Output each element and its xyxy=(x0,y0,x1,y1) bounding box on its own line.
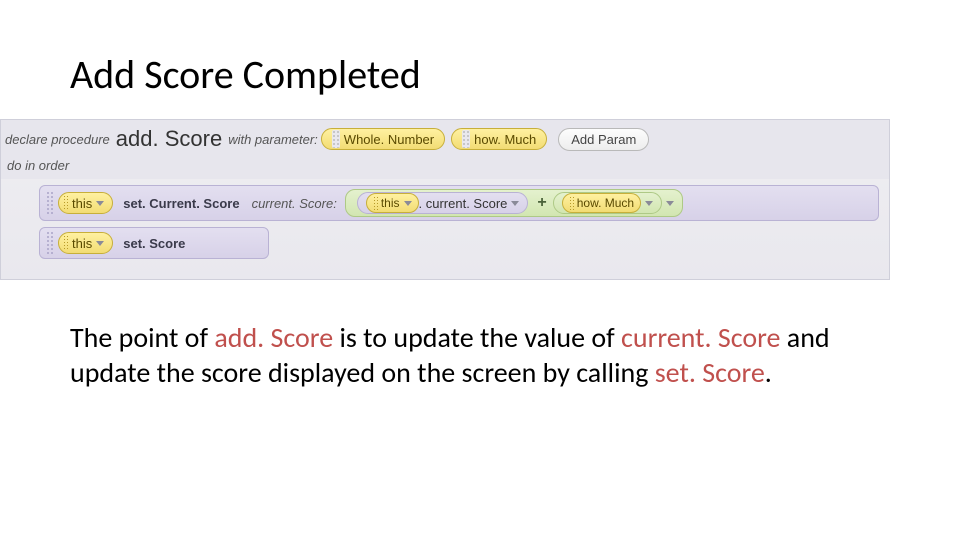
drag-handle-icon[interactable] xyxy=(46,191,54,215)
dropdown-icon xyxy=(404,201,412,206)
dropdown-icon xyxy=(645,201,653,206)
plus-operator: + xyxy=(537,194,546,212)
slide-title: Add Score Completed xyxy=(70,50,890,99)
property-access-chip[interactable]: this . current. Score xyxy=(357,192,529,214)
statement-2: this set. Score xyxy=(39,227,879,259)
property-name: . current. Score xyxy=(419,196,508,211)
operand-chip[interactable]: how. Much xyxy=(553,192,662,214)
statement-1: this set. Current. Score current. Score:… xyxy=(39,185,879,221)
method-name: set. Score xyxy=(123,236,185,251)
slide-description: The point of add. Score is to update the… xyxy=(70,320,870,390)
expression-box[interactable]: this . current. Score + how. Much xyxy=(345,189,683,217)
code-ref-currentscore: current. Score xyxy=(621,320,780,355)
dropdown-icon xyxy=(511,201,519,206)
parameter-type-chip: Whole. Number xyxy=(321,128,445,150)
this-chip[interactable]: this xyxy=(58,232,113,254)
code-ref-setscore: set. Score xyxy=(655,355,765,390)
this-chip[interactable]: this xyxy=(58,192,113,214)
dropdown-icon xyxy=(666,201,674,206)
dropdown-icon xyxy=(96,201,104,206)
with-parameter-label: with parameter: xyxy=(228,132,318,147)
procedure-name: add. Score xyxy=(116,126,222,152)
declare-keyword: declare procedure xyxy=(5,132,110,147)
inner-this-chip[interactable]: this xyxy=(366,193,419,213)
set-current-score-tile[interactable]: this set. Current. Score current. Score:… xyxy=(39,185,879,221)
code-ref-addscore: add. Score xyxy=(214,320,333,355)
code-editor-image: declare procedure add. Score with parame… xyxy=(0,119,890,280)
procedure-declaration-row: declare procedure add. Score with parame… xyxy=(1,120,889,156)
do-in-order-label: do in order xyxy=(1,156,889,179)
method-name: set. Current. Score xyxy=(123,196,239,211)
add-parameter-button[interactable]: Add Param xyxy=(558,128,649,151)
argument-label: current. Score: xyxy=(252,196,337,211)
set-score-tile[interactable]: this set. Score xyxy=(39,227,269,259)
parameter-name-chip: how. Much xyxy=(451,128,547,150)
drag-handle-icon[interactable] xyxy=(46,231,54,255)
dropdown-icon xyxy=(96,241,104,246)
